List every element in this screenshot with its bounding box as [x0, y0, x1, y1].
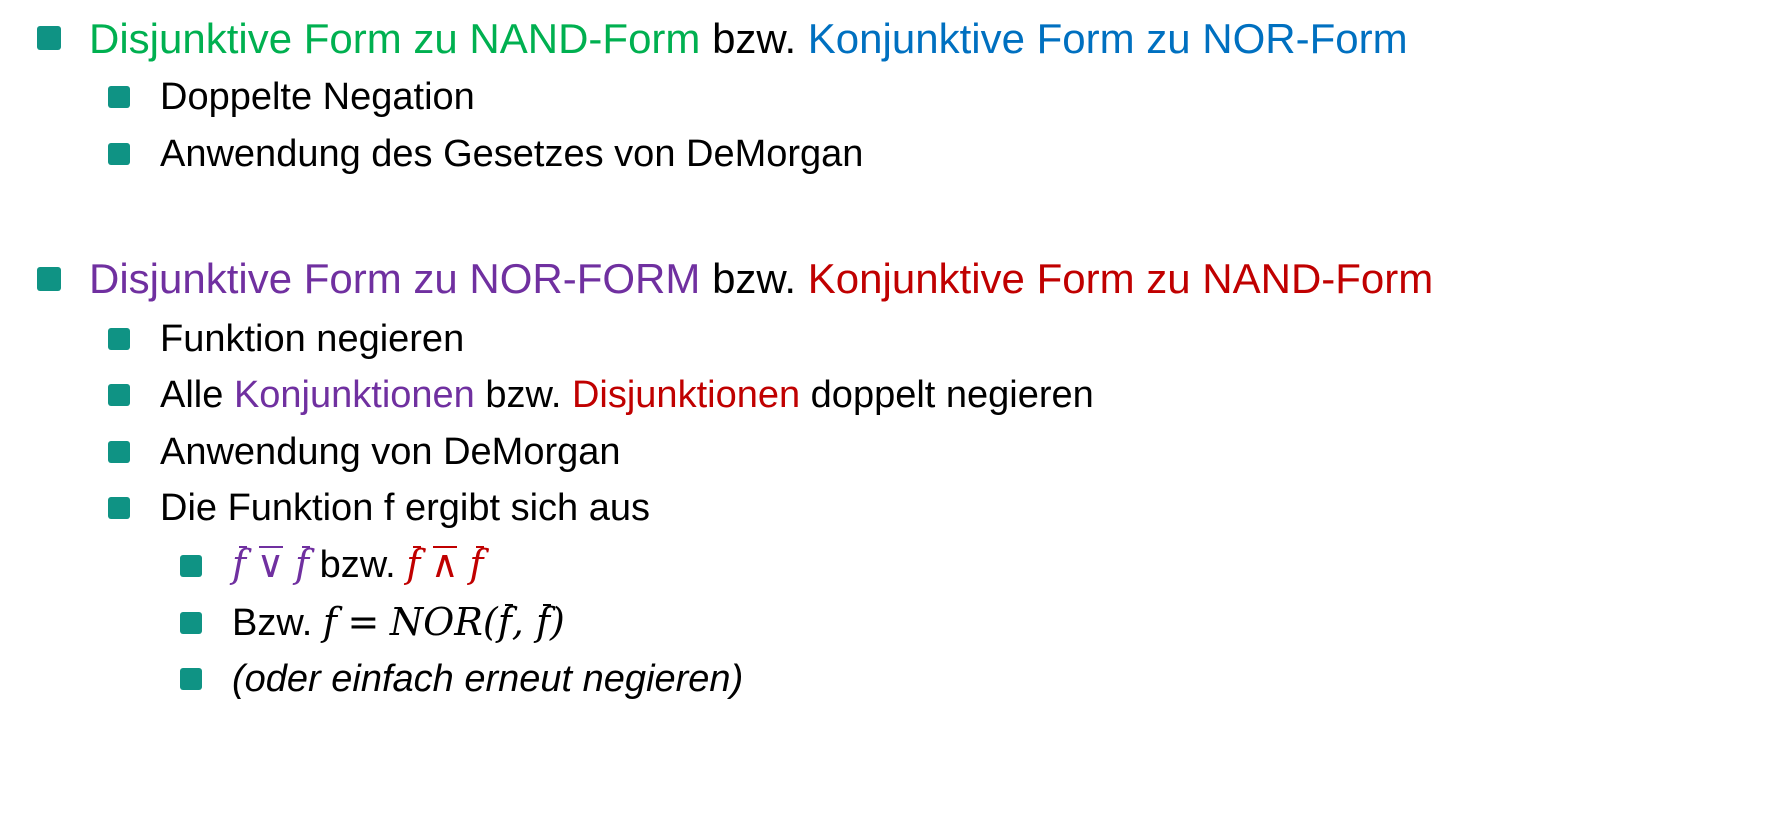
bullet-icon: [180, 555, 202, 577]
heading-separator: bzw.: [712, 255, 797, 302]
formula-and-part: f ∧ f: [406, 542, 485, 586]
equals-sign: =: [347, 600, 380, 644]
text-alle: Alle: [160, 374, 224, 416]
heading-conjunctive-nor: Konjunktive Form zu NOR-Form: [807, 15, 1408, 62]
heading-disjunctive-nand: Disjunktive Form zu NAND-Form: [89, 15, 701, 62]
formula-nor-nand: f ∨ f bzw. f ∧ f: [232, 542, 485, 586]
nand-operator: ∧: [430, 542, 459, 586]
bullet-icon: [108, 384, 130, 406]
list-item: Anwendung von DeMorgan: [160, 431, 621, 473]
list-item: Die Funktion f ergibt sich aus: [160, 487, 651, 529]
bullet-icon: [108, 497, 130, 519]
list-item-note: (oder einfach erneut negieren): [232, 658, 744, 700]
section2-heading: Disjunktive Form zu NOR-FORM bzw. Konjun…: [89, 258, 1433, 300]
bullet-icon: [180, 612, 202, 634]
f-bar: f: [406, 542, 422, 586]
bullet-icon: [108, 86, 130, 108]
formula-lhs: f: [322, 600, 337, 644]
heading-separator: bzw.: [712, 15, 797, 62]
text-bzw: bzw.: [319, 544, 396, 586]
list-item: Funktion negieren: [160, 318, 465, 360]
bullet-icon: [108, 328, 130, 350]
f-bar: f: [497, 600, 513, 644]
bullet-icon: [37, 26, 61, 50]
list-item: Doppelte Negation: [160, 76, 475, 118]
formula-nor-fn: NOR(f, f): [390, 600, 565, 644]
heading-disjunctive-nor: Disjunktive Form zu NOR-FORM: [89, 255, 701, 302]
nor-function-name: NOR(: [389, 600, 498, 644]
list-item: Alle Konjunktionen bzw. Disjunktionen do…: [160, 376, 1094, 414]
text-bzw: Bzw.: [232, 602, 313, 644]
text-disjunktionen: Disjunktionen: [571, 374, 801, 416]
heading-conjunctive-nand: Konjunktive Form zu NAND-Form: [807, 255, 1434, 302]
nor-operator: ∨: [256, 542, 285, 586]
formula-or-part: f ∨ f: [232, 544, 320, 586]
text-konjunktionen: Konjunktionen: [233, 374, 475, 416]
bullet-icon: [108, 143, 130, 165]
bullet-icon: [180, 668, 202, 690]
bullet-icon: [108, 441, 130, 463]
list-item: Anwendung des Gesetzes von DeMorgan: [160, 133, 864, 175]
text-doppelt-negieren: doppelt negieren: [810, 374, 1094, 416]
f-bar: f: [535, 600, 551, 644]
comma: ,: [511, 600, 524, 644]
formula-nor-definition: Bzw. f = NOR(f, f): [232, 603, 565, 642]
text-bzw: bzw.: [485, 374, 562, 416]
f-bar: f: [295, 542, 310, 586]
bullet-icon: [37, 267, 61, 291]
f-bar: f: [232, 542, 247, 586]
f-bar: f: [469, 542, 485, 586]
section1-heading: Disjunktive Form zu NAND-Form bzw. Konju…: [89, 18, 1408, 60]
close-paren: ): [550, 600, 565, 644]
